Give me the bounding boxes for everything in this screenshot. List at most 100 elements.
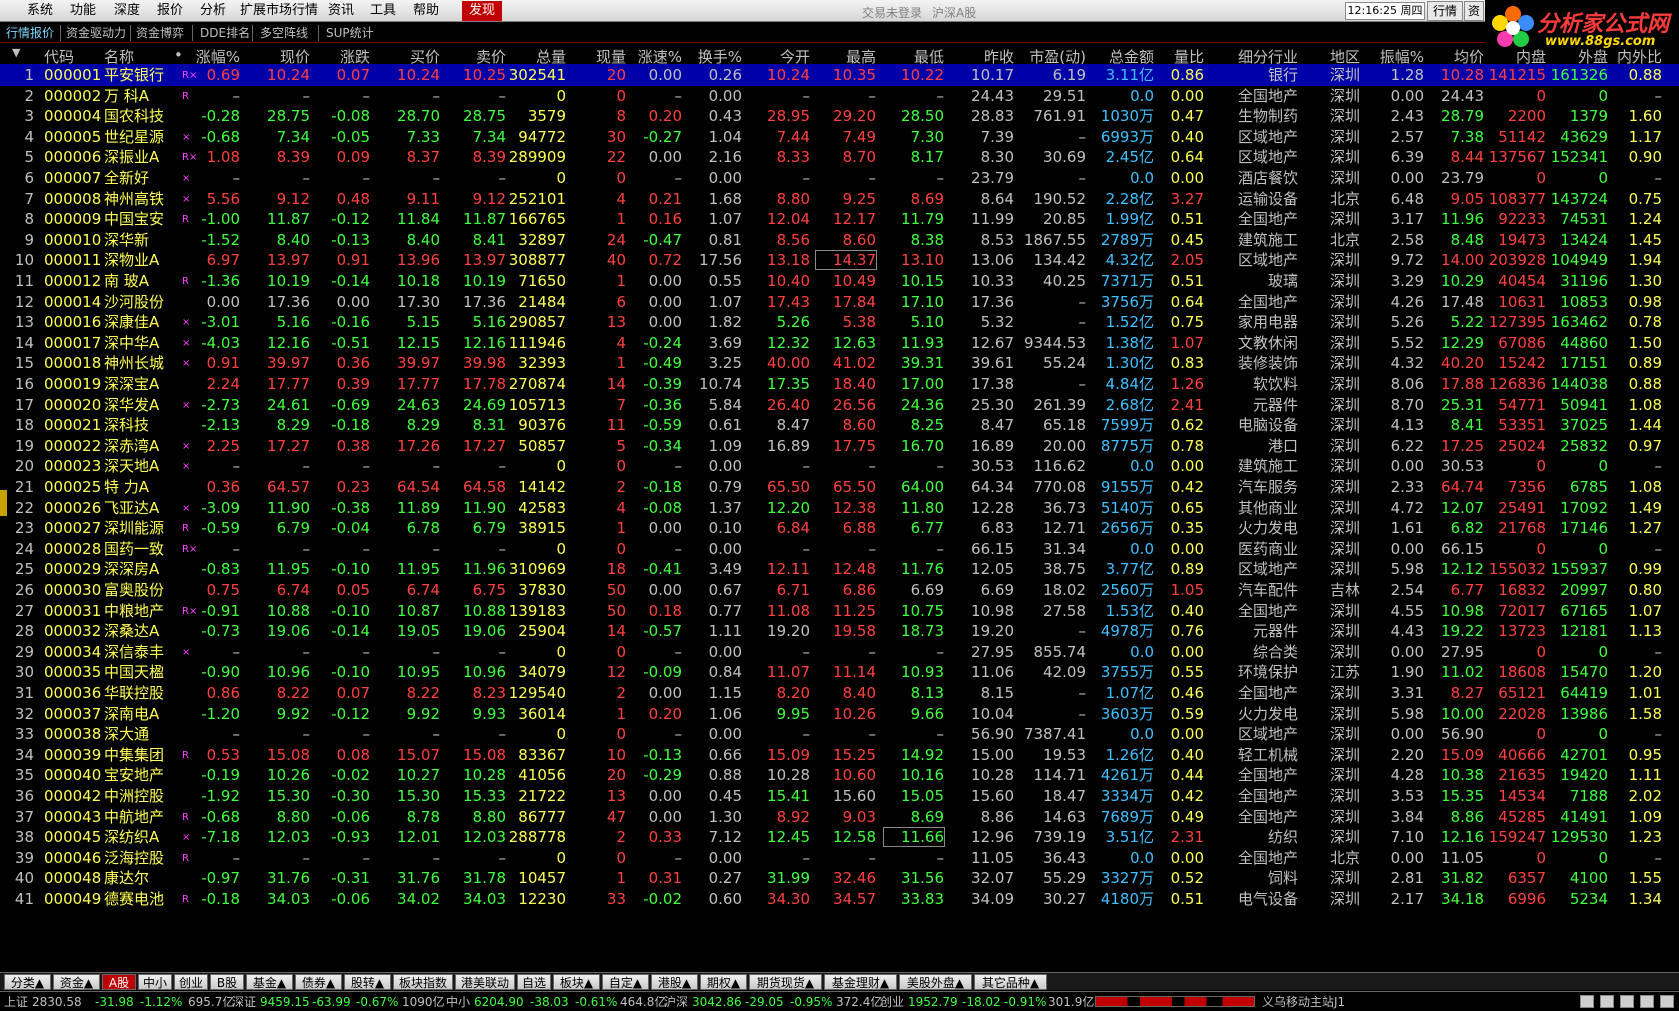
table-row[interactable]: 9 000010 深华新 -1.52 8.40 -0.13 8.40 8.41 32897 24-…	[0, 229, 1679, 251]
menu-item-news[interactable]: 资讯	[328, 3, 354, 19]
bottom-tab[interactable]: 期货现货▲	[749, 974, 822, 990]
table-row[interactable]: 2 000002 万 科A R – – – – –0 0–0.00– – –24.43 29.51 0.0…	[0, 85, 1679, 107]
table-row[interactable]: 38 000045 深纺织A × -7.18 12.03 -0.93 12.01 12.03 28…	[0, 826, 1679, 848]
bottom-tab[interactable]: 创业	[174, 974, 208, 990]
table-row[interactable]: 31 000036 华联控股 0.86 8.22 0.07 8.22 8.23 129540 2 0…	[0, 682, 1679, 704]
column-menu-icon[interactable]: ▼	[12, 46, 20, 59]
cell-vol-ratio: 1.05	[1170, 581, 1204, 599]
bottom-tab[interactable]: 基金理财▲	[824, 974, 897, 990]
trade-mode-button[interactable]: 资	[1464, 1, 1484, 21]
bottom-tab[interactable]: 股转▲	[344, 974, 391, 990]
table-row[interactable]: 22 000026 飞亚达A × -3.09 11.90 -0.38 11.89 11.90 42…	[0, 497, 1679, 519]
table-row[interactable]: 8 000009 中国宝安 R -1.00 11.87 -0.12 11.84 11.87 166…	[0, 208, 1679, 230]
quote-mode-button[interactable]: 行情	[1427, 1, 1463, 21]
tab-quotes[interactable]: 行情报价	[6, 25, 54, 41]
table-row[interactable]: 11 000012 南 玻A R -1.36 10.19 -0.14 10.18 10.19 71…	[0, 270, 1679, 292]
table-row[interactable]: 20 000023 深天地A × – – – – –0 0–0.00– – –30.53 116.62 0…	[0, 455, 1679, 477]
table-row[interactable]: 24 000028 国药一致 R× – – – – –0 0–0.00– – –66.15 31.34 0…	[0, 538, 1679, 560]
alert-icon[interactable]	[1640, 995, 1654, 1008]
cell-vol-ratio: 0.51	[1170, 890, 1204, 908]
flower-logo-icon	[1492, 6, 1534, 47]
table-row[interactable]: 1 000001 平安银行 R× 0.69 10.24 0.07 10.24 10.25 3025…	[0, 64, 1679, 86]
table-row[interactable]: 40 000048 康达尔 -0.97 31.76 -0.31 31.76 31.78 1045…	[0, 867, 1679, 889]
bottom-tab[interactable]: 港美联动	[455, 974, 515, 990]
menu-item-function[interactable]: 功能	[70, 3, 96, 19]
settings-icon[interactable]	[1660, 995, 1674, 1008]
cell-io-ratio: –	[1654, 725, 1663, 744]
table-row[interactable]: 29 000034 深信泰丰 × – – – – –0 0–0.00– – –27.95 855.74 0…	[0, 641, 1679, 663]
table-row[interactable]: 30 000035 中国天楹 -0.90 10.96 -0.10 10.95 10.96 340…	[0, 661, 1679, 683]
cell-low: 15.05	[901, 787, 944, 805]
table-row[interactable]: 3 000004 国农科技 -0.28 28.75 -0.08 28.70 28.75 3579…	[0, 105, 1679, 127]
table-row[interactable]: 39 000046 泛海控股 R – – – – –0 0–0.00– – –11.05 36.43 0.…	[0, 847, 1679, 869]
table-row[interactable]: 19 000022 深赤湾A × 2.25 17.27 0.38 17.26 17.27 5085…	[0, 435, 1679, 457]
bottom-tab[interactable]: 板块指数	[393, 974, 453, 990]
table-row[interactable]: 18 000021 深科技 -2.13 8.29 -0.18 8.29 8.31 90376 11…	[0, 414, 1679, 436]
bottom-tab[interactable]: 债券▲	[295, 974, 342, 990]
bottom-tab[interactable]: 中小	[138, 974, 172, 990]
table-row[interactable]: 41 000049 德赛电池 R -0.18 34.03 -0.06 34.02 34.03 12…	[0, 888, 1679, 910]
table-row[interactable]: 16 000019 深深宝A 2.24 17.77 0.39 17.77 17.78 27087…	[0, 373, 1679, 395]
bottom-tab[interactable]: 期权▲	[700, 974, 747, 990]
menu-item-analysis[interactable]: 分析	[200, 3, 226, 19]
cell-price: 11.90	[267, 498, 310, 517]
table-row[interactable]: 10 000011 深物业A 6.97 13.97 0.91 13.96 13.97 30887…	[0, 249, 1679, 271]
bottom-tab[interactable]: A股	[102, 974, 136, 990]
cell-name: 特 力A	[104, 478, 150, 496]
column-header[interactable]: •	[174, 46, 184, 64]
menu-item-discover[interactable]: 发现	[462, 1, 503, 21]
bottom-tab[interactable]: 自定▲	[602, 974, 649, 990]
table-row[interactable]: 23 000027 深圳能源 R -0.59 6.79 -0.04 6.78 6.79 38915…	[0, 517, 1679, 539]
cell-code: 000010	[44, 230, 102, 249]
menu-item-system[interactable]: 系统	[27, 3, 53, 19]
table-row[interactable]: 5 000006 深振业A R× 1.08 8.39 0.09 8.37 8.39 289909 2…	[0, 146, 1679, 168]
grid-icon[interactable]	[1600, 995, 1614, 1008]
table-row[interactable]: 12 000014 沙河股份 0.00 17.36 0.00 17.30 17.36 21484…	[0, 291, 1679, 313]
table-row[interactable]: 28 000032 深桑达A -0.73 19.06 -0.14 19.05 19.06 259…	[0, 620, 1679, 642]
tab-fund-game[interactable]: 资金博弈	[136, 25, 184, 41]
bottom-tab[interactable]: 其它品种▲	[974, 974, 1047, 990]
tab-fund-drive[interactable]: 资金驱动力	[66, 25, 126, 41]
bottom-tab[interactable]: 基金▲	[246, 974, 293, 990]
table-row[interactable]: 37 000043 中航地产 R -0.68 8.80 -0.06 8.78 8.80 86777…	[0, 806, 1679, 828]
table-row[interactable]: 32 000037 深南电A -1.20 9.92 -0.12 9.92 9.93 36014 1…	[0, 703, 1679, 725]
table-row[interactable]: 33 000038 深大通 – – – – –0 0–0.00– – –56.90 7387.41 0.…	[0, 723, 1679, 745]
bottom-tab[interactable]: 自选	[517, 974, 551, 990]
bottom-tab[interactable]: 美股外盘▲	[899, 974, 972, 990]
table-row[interactable]: 4 000005 世纪星源 × -0.68 7.34 -0.05 7.33 7.34 94772 3…	[0, 126, 1679, 148]
cell-outer: 143724	[1550, 189, 1608, 208]
table-row[interactable]: 7 000008 神州高铁 × 5.56 9.12 0.48 9.11 9.12 252101 4 0…	[0, 188, 1679, 210]
menu-item-quote[interactable]: 报价	[157, 3, 183, 19]
bottom-tab[interactable]: 分类▲	[4, 974, 51, 990]
menu-item-ext-market[interactable]: 扩展市场行情	[240, 3, 318, 19]
cell-industry: 元器件	[1252, 622, 1298, 641]
menu-item-depth[interactable]: 深度	[114, 3, 140, 19]
table-row[interactable]: 34 000039 中集集团 R 0.53 15.08 0.08 15.07 15.08 8336…	[0, 744, 1679, 766]
bottom-tab[interactable]: 板块▲	[553, 974, 600, 990]
table-row[interactable]: 26 000030 富奥股份 0.75 6.74 0.05 6.74 6.75 37830 50 0…	[0, 579, 1679, 601]
signal-icon[interactable]	[1620, 995, 1634, 1008]
bottom-tab[interactable]: B股	[210, 974, 244, 990]
collapse-handle[interactable]	[0, 490, 7, 516]
table-row[interactable]: 36 000042 中洲控股 -1.92 15.30 -0.30 15.30 15.33 217…	[0, 785, 1679, 807]
cell-bid: 34.02	[397, 890, 440, 908]
cell-ask: 39.98	[463, 354, 506, 373]
table-row[interactable]: 27 000031 中粮地产 R× -0.91 10.88 -0.10 10.87 10.88 1…	[0, 600, 1679, 622]
table-row[interactable]: 21 000025 特 力A 0.36 64.57 0.23 64.54 64.58 14142…	[0, 476, 1679, 498]
cell-cur-vol: 2	[616, 478, 626, 496]
menu-item-tools[interactable]: 工具	[370, 3, 396, 19]
table-row[interactable]: 25 000029 深深房A -0.83 11.95 -0.10 11.95 11.96 310…	[0, 558, 1679, 580]
table-row[interactable]: 6 000007 全新好 × – – – – –0 0–0.00– – –23.79–0.0 0.00 酒…	[0, 167, 1679, 189]
tab-sup-stats[interactable]: SUP统计	[326, 25, 374, 41]
bottom-tab[interactable]: 资金▲	[53, 974, 100, 990]
bottom-tab[interactable]: 港股▲	[651, 974, 698, 990]
table-row[interactable]: 17 000020 深华发A × -2.73 24.61 -0.69 24.63 24.69 10…	[0, 394, 1679, 416]
table-row[interactable]: 35 000040 宝安地产 -0.19 10.26 -0.02 10.27 10.28 410…	[0, 764, 1679, 786]
window-icon[interactable]	[1580, 995, 1594, 1008]
table-row[interactable]: 14 000017 深中华A × -4.03 12.16 -0.51 12.15 12.16 11…	[0, 332, 1679, 354]
tab-dde-rank[interactable]: DDE排名	[200, 25, 250, 41]
table-row[interactable]: 15 000018 神州长城 × 0.91 39.97 0.36 39.97 39.98 3239…	[0, 352, 1679, 374]
table-row[interactable]: 13 000016 深康佳A × -3.01 5.16 -0.16 5.15 5.16 29085…	[0, 311, 1679, 333]
menu-item-help[interactable]: 帮助	[413, 3, 439, 19]
tab-long-short[interactable]: 多空阵线	[260, 25, 308, 41]
